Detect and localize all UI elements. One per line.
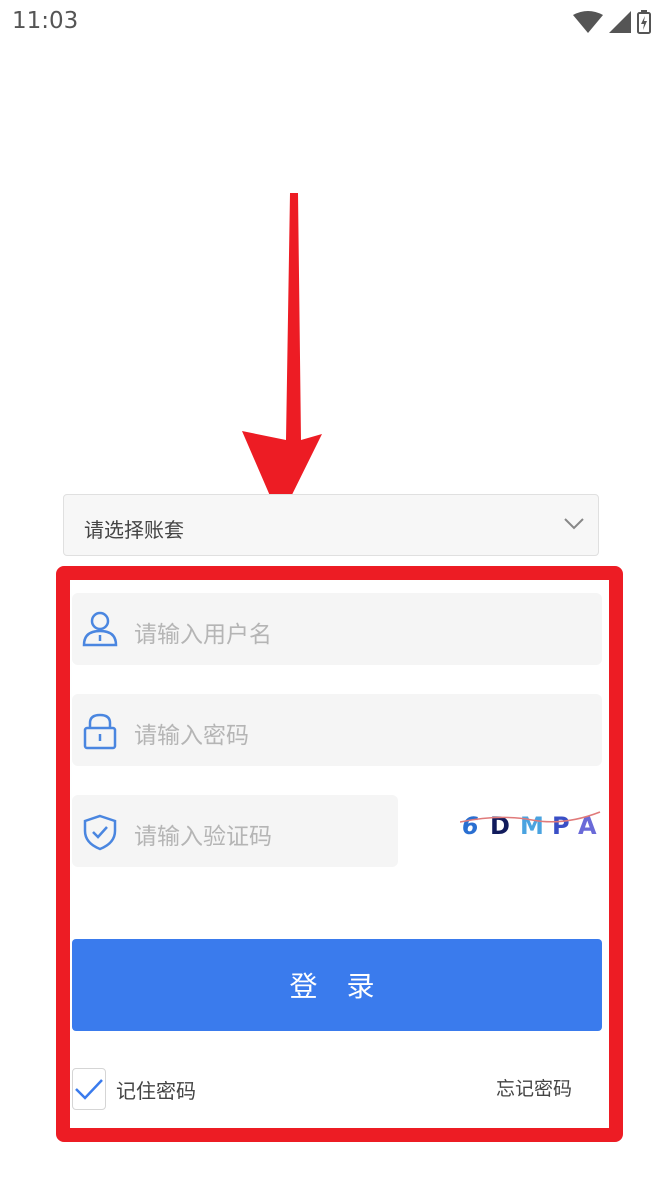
- remember-checkbox[interactable]: [72, 1068, 106, 1110]
- check-icon: [75, 1079, 103, 1100]
- account-select[interactable]: 请选择账套: [63, 494, 599, 556]
- username-placeholder: 请输入用户名: [134, 622, 272, 648]
- captcha-placeholder: 请输入验证码: [134, 824, 272, 850]
- shield-check-icon: [83, 814, 117, 851]
- svg-text:D: D: [490, 812, 510, 840]
- captcha-field[interactable]: 请输入验证码: [72, 795, 398, 867]
- username-field[interactable]: 请输入用户名: [72, 593, 602, 665]
- user-icon: [82, 611, 118, 647]
- svg-text:6: 6: [462, 812, 479, 840]
- captcha-image[interactable]: 6 D M P A: [460, 806, 605, 842]
- remember-label: 记住密码: [116, 1078, 196, 1103]
- remember-password[interactable]: 记住密码: [72, 1068, 196, 1110]
- svg-text:M: M: [520, 812, 544, 840]
- password-placeholder: 请输入密码: [134, 723, 249, 749]
- account-select-value: 请选择账套: [84, 518, 184, 542]
- svg-text:P: P: [552, 812, 570, 840]
- chevron-down-icon: [564, 518, 584, 530]
- lock-icon: [83, 713, 117, 750]
- password-field[interactable]: 请输入密码: [72, 694, 602, 766]
- forgot-password-link[interactable]: 忘记密码: [496, 1074, 572, 1101]
- login-button[interactable]: 登 录: [72, 939, 602, 1031]
